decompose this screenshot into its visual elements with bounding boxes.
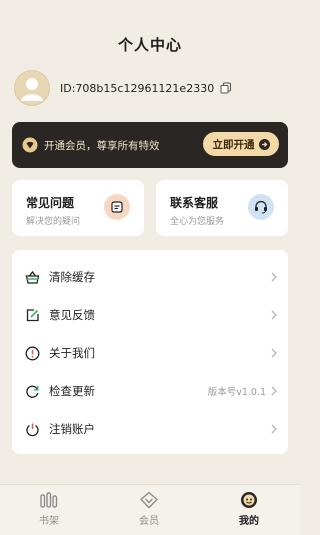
contact-subtitle: 全心为您服务 (170, 217, 225, 227)
tab-label-profile: 我的 (239, 516, 259, 527)
arrow-right-circle-icon (258, 138, 270, 150)
bookshelf-icon (40, 492, 58, 508)
menu-item-check-update[interactable]: 检查更新 版本号v1.0.1 (12, 372, 288, 410)
faq-subtitle: 解决您的疑问 (26, 217, 81, 227)
headset-icon (248, 194, 274, 220)
menu-label-check-update: 检查更新 (49, 384, 95, 398)
chevron-right-icon (271, 424, 277, 434)
faq-title: 常见问题 (26, 196, 75, 210)
user-avatar-icon (21, 78, 43, 101)
settings-menu: 清除缓存 意见反馈 关于我们 检查更新 版本号v1.0.1 注销账户 (12, 250, 288, 454)
info-icon (24, 345, 40, 361)
contact-card[interactable]: 联系客服 全心为您服务 (156, 180, 288, 236)
tab-profile[interactable]: 我的 (219, 491, 279, 531)
user-id: ID:708b15c12961121e2330 (60, 81, 215, 95)
menu-item-feedback[interactable]: 意见反馈 (12, 296, 288, 334)
vip-promo-text: 开通会员，尊享所有特效 (44, 139, 160, 152)
profile-section: ID:708b15c12961121e2330 (14, 70, 232, 106)
vip-banner[interactable]: 开通会员，尊享所有特效 立即开通 (12, 122, 288, 168)
chevron-right-icon (271, 310, 277, 320)
chevron-right-icon (271, 386, 277, 396)
menu-label-clear-cache: 清除缓存 (49, 270, 95, 284)
copy-icon[interactable] (220, 82, 232, 94)
open-vip-button[interactable]: 立即开通 (203, 132, 279, 156)
menu-label-about: 关于我们 (49, 346, 95, 360)
menu-label-delete-account: 注销账户 (49, 422, 95, 436)
chevron-right-icon (271, 348, 277, 358)
page-title: 个人中心 (117, 36, 182, 54)
open-vip-label: 立即开通 (212, 138, 255, 151)
edit-icon (24, 307, 40, 323)
menu-item-delete-account[interactable]: 注销账户 (12, 410, 288, 448)
faq-card[interactable]: 常见问题 解决您的疑问 (12, 180, 144, 236)
basket-icon (24, 269, 40, 285)
power-icon (24, 421, 40, 437)
menu-item-clear-cache[interactable]: 清除缓存 (12, 258, 288, 296)
menu-item-about[interactable]: 关于我们 (12, 334, 288, 372)
chevron-right-icon (271, 272, 277, 282)
tab-label-bookshelf: 书架 (39, 516, 59, 527)
profile-icon (241, 492, 257, 508)
tab-label-vip: 会员 (139, 516, 159, 527)
document-icon (104, 194, 130, 220)
vip-icon (139, 491, 159, 509)
version-text: 版本号v1.0.1 (207, 387, 266, 398)
contact-title: 联系客服 (170, 196, 219, 210)
tab-vip[interactable]: 会员 (119, 491, 179, 531)
tab-bookshelf[interactable]: 书架 (19, 491, 79, 531)
refresh-icon (24, 383, 40, 399)
vip-diamond-icon (22, 137, 38, 153)
bottom-tab-bar: 书架 会员 我的 (0, 484, 300, 535)
menu-label-feedback: 意见反馈 (49, 308, 95, 322)
avatar[interactable] (14, 70, 50, 106)
